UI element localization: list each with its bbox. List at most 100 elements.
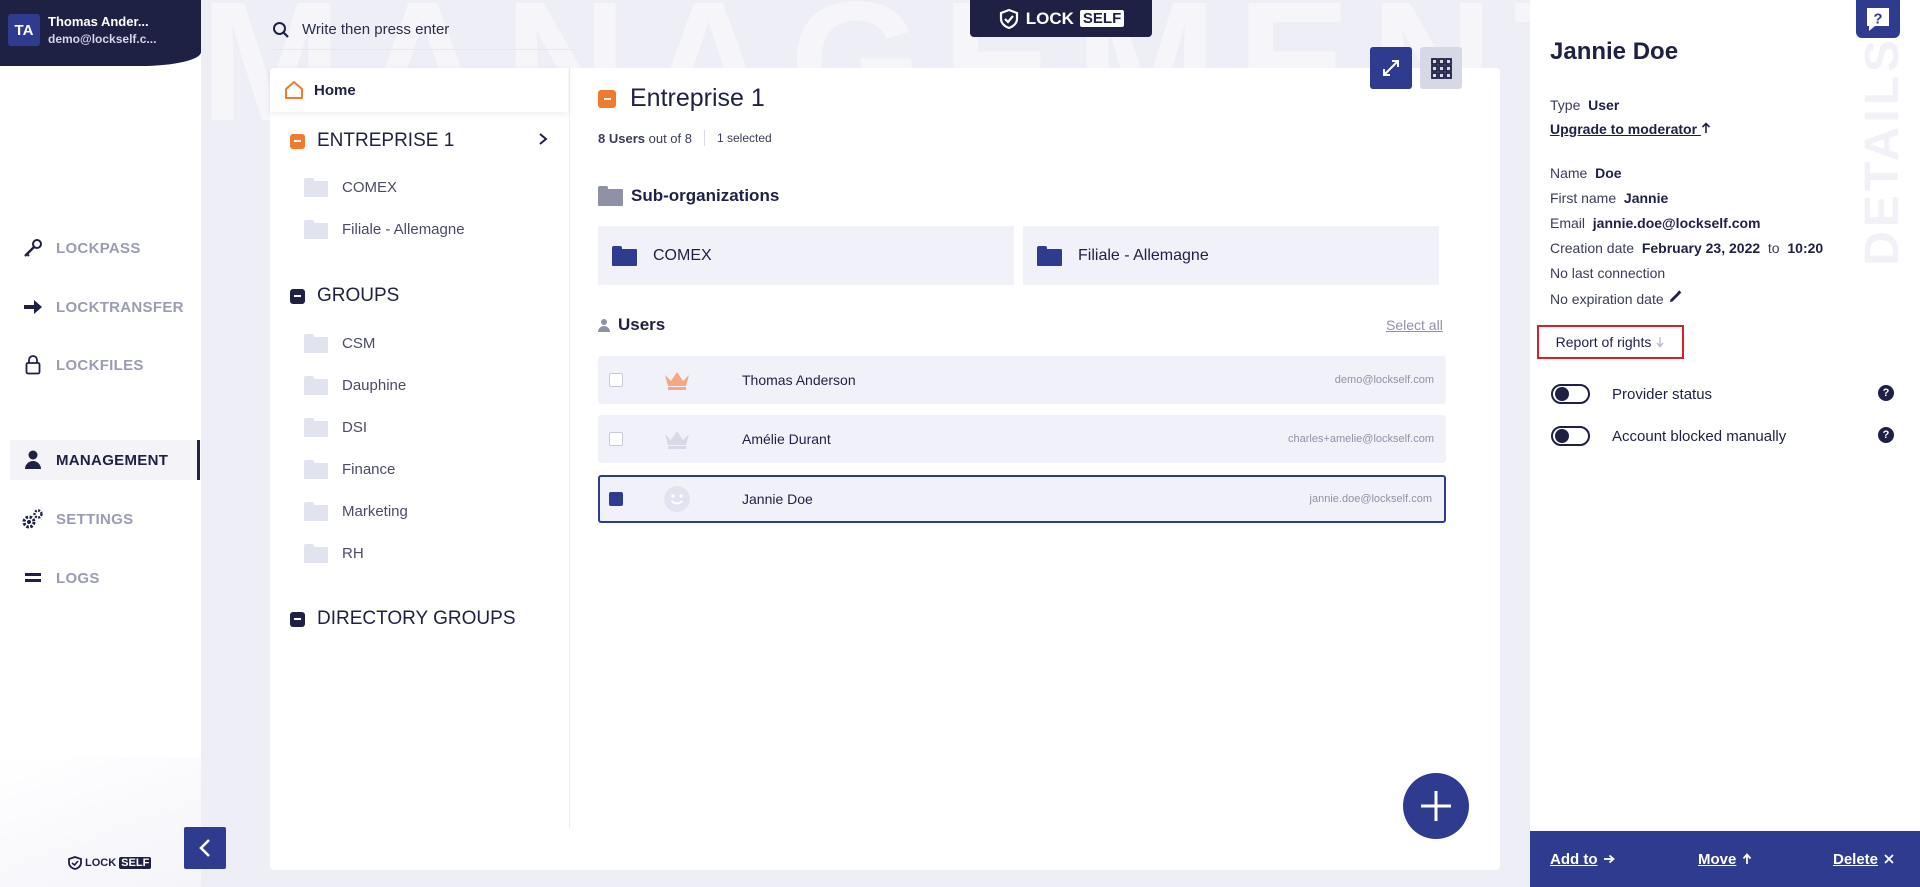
tree-folder-comex[interactable]: COMEX (304, 178, 397, 197)
expand-button[interactable] (1370, 47, 1412, 89)
detail-to: to (1767, 240, 1780, 256)
delete-button[interactable]: Delete (1833, 851, 1894, 868)
tree-group-finance[interactable]: Finance (304, 460, 395, 479)
footer-logo: LOCK SELF (68, 855, 152, 871)
add-to-button[interactable]: Add to (1550, 850, 1616, 868)
user-row[interactable]: Amélie Durant charles+amelie@lockself.co… (598, 415, 1446, 463)
toggle-knob (1555, 387, 1569, 401)
tree-enterprise[interactable]: ENTREPRISE 1 (290, 130, 454, 152)
gears-icon (10, 508, 56, 530)
tree-folder-label: CSM (342, 335, 376, 352)
user-name: Thomas Anderson (742, 372, 856, 388)
collapse-icon[interactable] (290, 288, 305, 304)
search-bar[interactable] (272, 10, 572, 50)
select-all-link[interactable]: Select all (1386, 317, 1443, 333)
tree-folder-label: Dauphine (342, 377, 407, 394)
chevron-right-icon[interactable] (538, 132, 548, 146)
svg-text:?: ? (1873, 11, 1882, 28)
upgrade-to-moderator-link[interactable]: Upgrade to moderator (1550, 121, 1711, 137)
tree-group-dsi[interactable]: DSI (304, 418, 367, 437)
account-blocked-toggle[interactable] (1551, 426, 1590, 446)
delete-label: Delete (1833, 850, 1879, 868)
detail-value: jannie.doe@lockself.com (1592, 215, 1761, 231)
users-heading: Users (598, 315, 665, 335)
shield-icon (999, 8, 1018, 29)
user-email: demo@lockself.c... (48, 32, 157, 46)
detail-expiration: No expiration date (1550, 290, 1682, 307)
tree-group-dauphine[interactable]: Dauphine (304, 376, 406, 395)
tree-enterprise-label: ENTREPRISE 1 (317, 130, 455, 151)
page-title: Entreprise 1 (630, 84, 765, 112)
tree-panel: Home ENTREPRISE 1 COMEX Filiale - Allema… (270, 68, 570, 828)
row-checkbox[interactable] (609, 492, 623, 506)
person-icon (598, 319, 610, 332)
row-checkbox[interactable] (609, 373, 623, 387)
nav-item-management[interactable]: MANAGEMENT (10, 440, 200, 480)
users-title: Users (618, 315, 666, 334)
detail-email: Email jannie.doe@lockself.com (1550, 215, 1761, 231)
tree-group-csm[interactable]: CSM (304, 334, 375, 353)
nav-item-lockpass[interactable]: LOCKPASS (10, 228, 200, 268)
nav-item-lockfiles[interactable]: LOCKFILES (10, 345, 200, 385)
tree-directory-groups[interactable]: DIRECTORY GROUPS (290, 608, 516, 630)
pencil-icon[interactable] (1668, 290, 1682, 304)
detail-name: Name Doe (1550, 165, 1622, 181)
folder-icon (304, 460, 328, 479)
tree-folder-label: Marketing (342, 503, 408, 520)
folder-icon (304, 502, 328, 521)
nav-item-logs[interactable]: LOGS (10, 558, 200, 598)
add-button[interactable] (1403, 773, 1469, 839)
provider-status-toggle[interactable] (1551, 384, 1590, 404)
suborg-card-filiale[interactable]: Filiale - Allemagne (1023, 226, 1439, 285)
report-of-rights-button[interactable]: Report of rights (1537, 325, 1684, 359)
suborg-card-comex[interactable]: COMEX (598, 226, 1014, 285)
detail-time: 10:20 (1787, 240, 1824, 256)
nav-label: LOCKTRANSFER (56, 298, 184, 316)
add-to-label: Add to (1550, 850, 1598, 868)
arrow-up-icon (1701, 122, 1710, 133)
detail-label: Type (1550, 97, 1581, 113)
nav-item-settings[interactable]: SETTINGS (10, 499, 200, 539)
divider (703, 130, 705, 146)
tree-folder-filiale[interactable]: Filiale - Allemagne (304, 220, 465, 239)
tree-groups[interactable]: GROUPS (290, 285, 399, 307)
detail-first-name: First name Jannie (1550, 190, 1668, 206)
tree-home-label: Home (314, 81, 356, 99)
user-row-selected[interactable]: Jannie Doe jannie.doe@lockself.com (598, 475, 1446, 523)
move-button[interactable]: Move (1698, 851, 1752, 868)
user-row[interactable]: Thomas Anderson demo@lockself.com (598, 356, 1446, 404)
grid-view-button[interactable] (1420, 47, 1462, 89)
user-header[interactable]: TA Thomas Ander... demo@lockself.c... (0, 0, 201, 66)
detail-label: Email (1550, 215, 1586, 231)
collapse-icon[interactable] (290, 133, 305, 149)
row-checkbox[interactable] (609, 432, 623, 446)
folder-icon (304, 544, 328, 563)
help-icon[interactable]: ? (1878, 427, 1894, 443)
tree-home[interactable]: Home (270, 68, 568, 112)
collapse-icon[interactable] (290, 611, 305, 627)
collapse-sidebar-button[interactable] (184, 827, 226, 869)
help-icon: ? (1867, 8, 1889, 31)
upgrade-label: Upgrade to moderator (1550, 121, 1698, 137)
help-icon[interactable]: ? (1878, 385, 1894, 401)
folder-icon (304, 418, 328, 437)
users-count: 8 Users (598, 130, 645, 146)
tree-group-rh[interactable]: RH (304, 544, 364, 563)
person-icon (10, 450, 56, 470)
brand-self: SELF (1079, 10, 1125, 27)
tree-group-marketing[interactable]: Marketing (304, 502, 408, 521)
action-bar: Add to Move Delete (1530, 831, 1920, 887)
detail-value: February 23, 2022 (1641, 240, 1761, 256)
content-title: Entreprise 1 (598, 84, 765, 113)
sidebar: TA Thomas Ander... demo@lockself.c... LO… (0, 0, 201, 887)
crown-icon (662, 426, 692, 452)
nav-label: LOGS (56, 569, 100, 587)
details-vertical-label: DETAILS (1856, 36, 1909, 266)
home-icon (285, 81, 303, 99)
help-button[interactable]: ? (1856, 0, 1900, 38)
move-label: Move (1698, 850, 1737, 868)
toggle-label: Provider status (1612, 385, 1713, 403)
search-input[interactable] (302, 21, 562, 38)
tree-directory-groups-label: DIRECTORY GROUPS (317, 608, 516, 629)
nav-item-locktransfer[interactable]: LOCKTRANSFER (10, 287, 200, 327)
